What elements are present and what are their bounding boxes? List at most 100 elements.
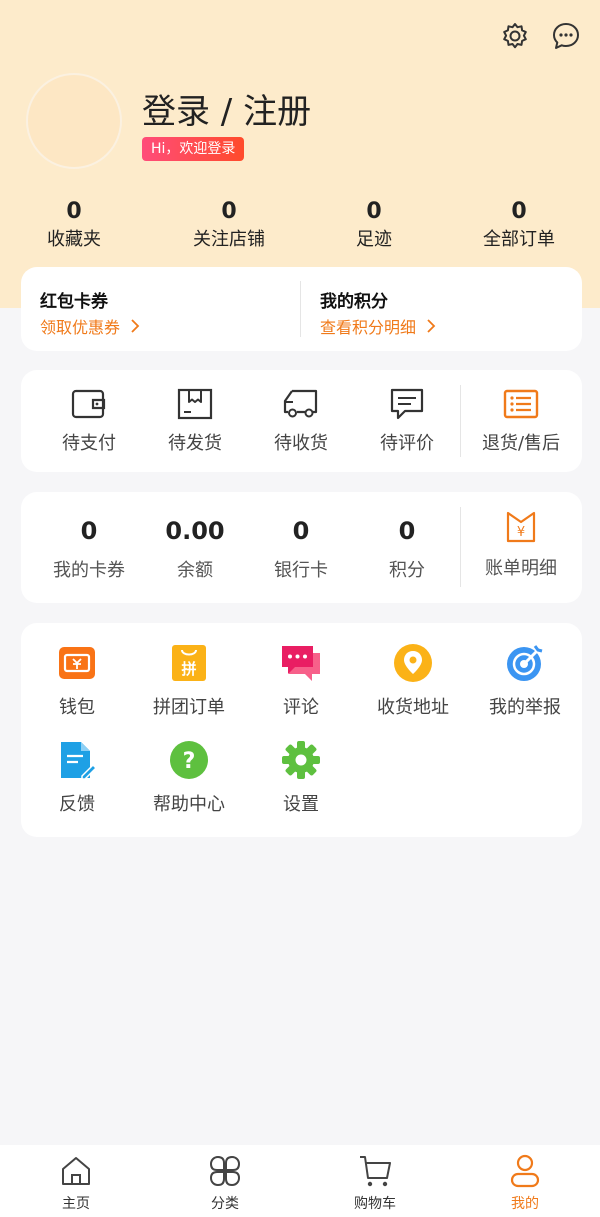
- wallet-card: 0 我的卡券 0.00 余额 0 银行卡 0 积分 ¥ 账单明细: [21, 492, 582, 603]
- tab-label: 主页: [62, 1196, 90, 1212]
- order-pending-shipment[interactable]: 待发货: [142, 387, 248, 455]
- location-pin-icon: [357, 643, 469, 683]
- service-label: 收货地址: [377, 697, 449, 718]
- stat-all-orders[interactable]: 0 全部订单: [449, 198, 589, 254]
- wallet-bank-cards[interactable]: 0 银行卡: [248, 516, 354, 582]
- target-icon: [469, 643, 581, 683]
- feedback-doc-icon: [21, 740, 133, 780]
- order-label: 待收货: [274, 433, 328, 454]
- home-icon: [26, 1153, 126, 1189]
- tab-mine[interactable]: 我的: [475, 1153, 575, 1213]
- service-label: 评论: [283, 697, 319, 718]
- service-comments[interactable]: 评论: [245, 643, 357, 719]
- stat-followed-shops[interactable]: 0 关注店铺: [159, 198, 299, 254]
- category-icon: [175, 1153, 275, 1189]
- help-icon: ?: [133, 740, 245, 780]
- service-group-buy-orders[interactable]: 拼 拼团订单: [133, 643, 245, 719]
- wallet-label: 余额: [177, 560, 213, 581]
- stat-value: 0: [66, 199, 82, 224]
- gear-icon[interactable]: [499, 20, 531, 52]
- stat-favorites[interactable]: 0 收藏夹: [4, 198, 144, 254]
- svg-text:¥: ¥: [517, 525, 525, 540]
- stats-row: 0 收藏夹 0 关注店铺 0 足迹 0 全部订单: [0, 198, 600, 256]
- tab-label: 分类: [211, 1196, 239, 1212]
- points-detail-link[interactable]: 查看积分明细: [320, 314, 436, 338]
- order-label: 待发货: [168, 433, 222, 454]
- order-returns-aftersale[interactable]: 退货/售后: [460, 387, 582, 455]
- comment-bubble-icon: [245, 643, 357, 683]
- service-wallet[interactable]: 钱包: [21, 643, 133, 719]
- service-label: 帮助中心: [153, 794, 225, 815]
- wallet-balance[interactable]: 0.00 余额: [142, 516, 248, 582]
- wallet-my-coupons[interactable]: 0 我的卡券: [36, 516, 142, 582]
- group-buy-icon: 拼: [133, 643, 245, 683]
- chevron-right-icon: [131, 319, 140, 333]
- avatar[interactable]: [26, 73, 122, 169]
- wallet-icon: [36, 387, 142, 421]
- bottom-tab-bar: 主页 分类 购物车 我的: [0, 1145, 600, 1217]
- coupon-points-card: 红包卡券 领取优惠券 我的积分 查看积分明细: [21, 267, 582, 351]
- wallet-points[interactable]: 0 积分: [354, 516, 460, 582]
- service-label: 钱包: [59, 697, 95, 718]
- tab-label: 购物车: [354, 1196, 396, 1212]
- points-title: 我的积分: [320, 292, 388, 312]
- wallet-label: 银行卡: [274, 560, 328, 581]
- stat-footprints[interactable]: 0 足迹: [304, 198, 444, 254]
- stat-value: 0: [221, 199, 237, 224]
- chevron-right-icon: [427, 319, 436, 333]
- service-settings[interactable]: 设置: [245, 740, 357, 816]
- coupon-section[interactable]: 红包卡券 领取优惠券: [21, 267, 300, 351]
- service-feedback[interactable]: 反馈: [21, 740, 133, 816]
- wallet-bill-details[interactable]: ¥ 账单明细: [460, 510, 582, 580]
- wallet-value: 0: [292, 517, 310, 545]
- services-card: 钱包 拼 拼团订单 评论 收货地址 我的举报 反馈 ? 帮助中心 设置: [21, 623, 582, 837]
- stat-label: 收藏夹: [47, 229, 101, 250]
- points-section[interactable]: 我的积分 查看积分明细: [301, 267, 582, 351]
- get-coupon-label: 领取优惠券: [40, 318, 121, 337]
- tab-label: 我的: [511, 1196, 539, 1212]
- points-detail-label: 查看积分明细: [320, 318, 417, 337]
- order-pending-receipt[interactable]: 待收货: [248, 387, 354, 455]
- order-pending-review[interactable]: 待评价: [354, 387, 460, 455]
- coupon-title: 红包卡券: [40, 292, 108, 312]
- tab-home[interactable]: 主页: [26, 1153, 126, 1213]
- stat-label: 关注店铺: [193, 229, 265, 250]
- stat-label: 足迹: [356, 229, 392, 250]
- wallet-label: 积分: [389, 560, 425, 581]
- wallet-label: 我的卡券: [53, 560, 125, 581]
- truck-icon: [248, 387, 354, 421]
- wallet-ticket-icon: [21, 643, 133, 683]
- tab-cart[interactable]: 购物车: [325, 1153, 425, 1213]
- order-label: 待评价: [380, 433, 434, 454]
- order-pending-payment[interactable]: 待支付: [36, 387, 142, 455]
- comment-icon: [354, 387, 460, 421]
- order-label: 退货/售后: [481, 433, 561, 454]
- stat-label: 全部订单: [483, 229, 555, 250]
- stat-value: 0: [366, 199, 382, 224]
- get-coupon-link[interactable]: 领取优惠券: [40, 314, 140, 338]
- wallet-label: 账单明细: [485, 558, 557, 579]
- list-icon: [460, 387, 582, 421]
- service-shipping-address[interactable]: 收货地址: [357, 643, 469, 719]
- login-register-link[interactable]: 登录 / 注册: [142, 84, 311, 133]
- service-label: 我的举报: [489, 697, 561, 718]
- order-label: 待支付: [62, 433, 116, 454]
- order-status-card: 待支付 待发货 待收货 待评价 退货/售后: [21, 370, 582, 472]
- svg-text:?: ?: [183, 749, 196, 774]
- bill-icon: ¥: [460, 510, 582, 544]
- tab-category[interactable]: 分类: [175, 1153, 275, 1213]
- service-help-center[interactable]: ? 帮助中心: [133, 740, 245, 816]
- service-label: 反馈: [59, 794, 95, 815]
- wallet-value: 0.00: [165, 517, 225, 545]
- wallet-value: 0: [398, 517, 416, 545]
- wallet-value: 0: [80, 517, 98, 545]
- settings-gear-icon: [245, 740, 357, 780]
- svg-text:拼: 拼: [181, 660, 196, 678]
- greeting-badge: Hi，欢迎登录: [142, 137, 245, 161]
- user-icon: [475, 1153, 575, 1189]
- chat-bubble-icon[interactable]: [550, 20, 582, 52]
- service-my-reports[interactable]: 我的举报: [469, 643, 581, 719]
- service-label: 拼团订单: [153, 697, 225, 718]
- cart-icon: [325, 1153, 425, 1189]
- stat-value: 0: [511, 199, 527, 224]
